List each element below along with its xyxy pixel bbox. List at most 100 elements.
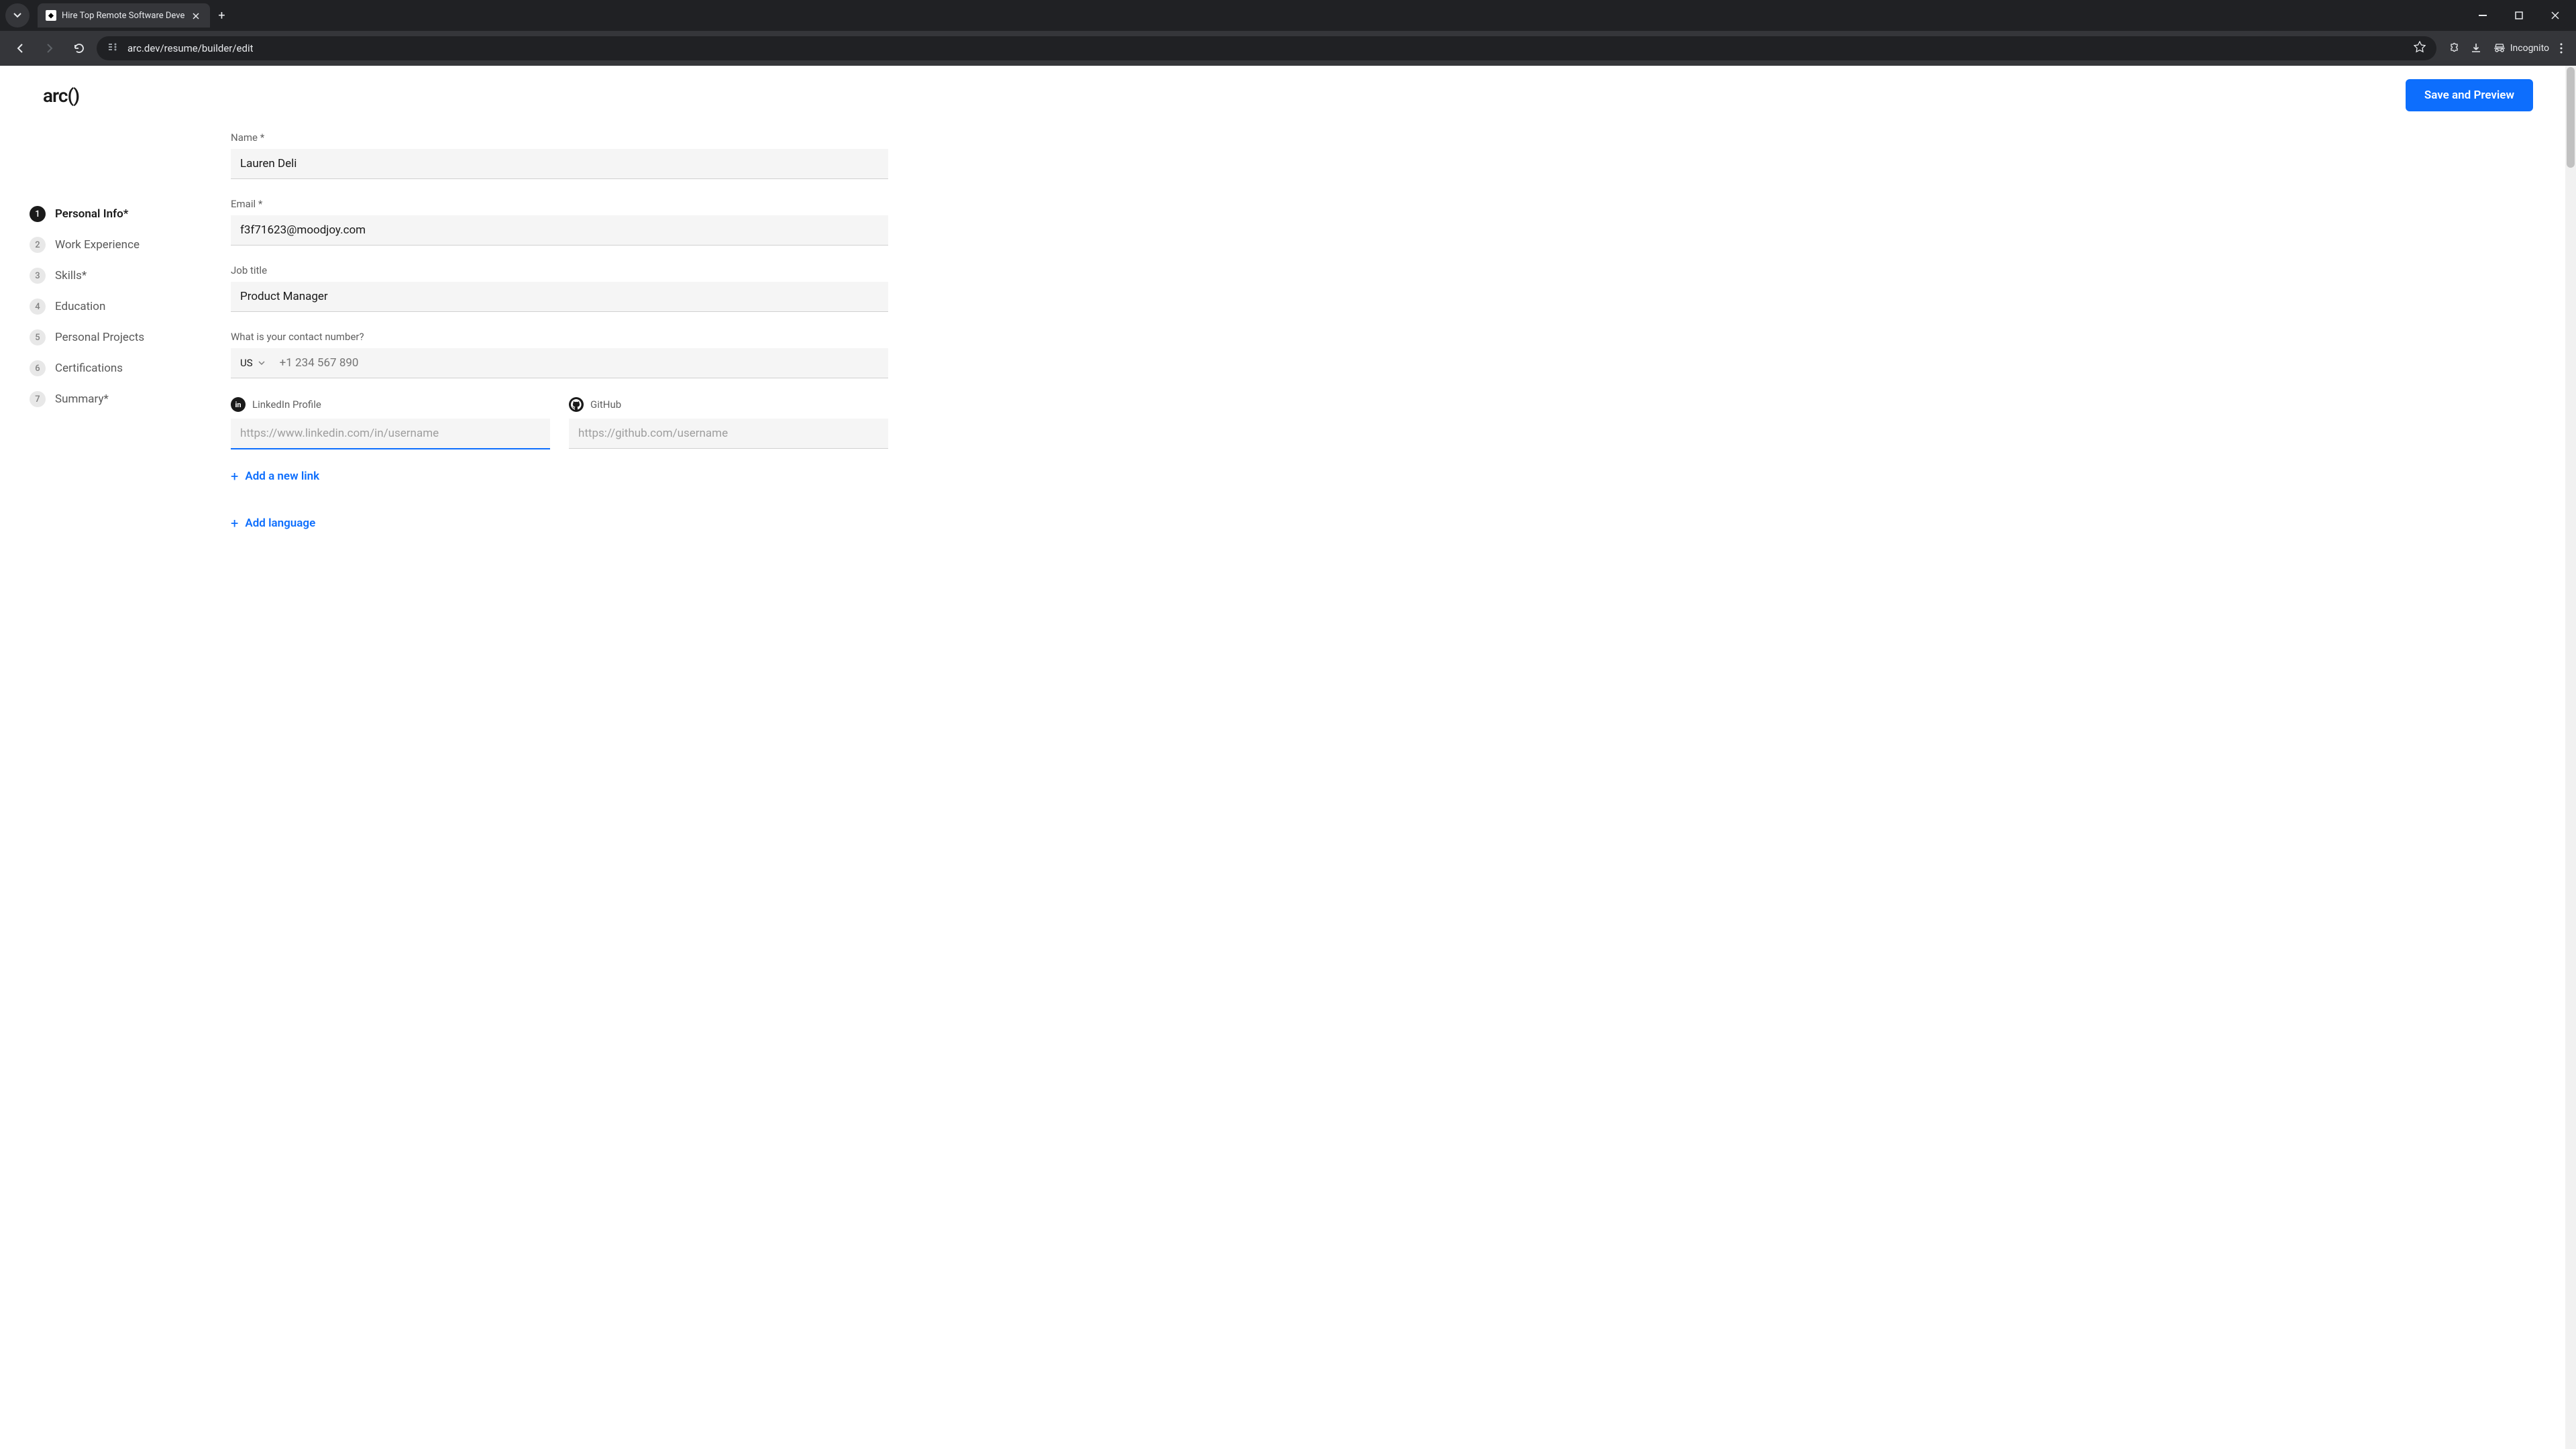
github-icon [569, 397, 584, 412]
jobtitle-group: Job title [231, 264, 888, 312]
social-row: in LinkedIn Profile GitHub [231, 397, 888, 449]
github-input[interactable] [569, 419, 888, 449]
logo[interactable]: arc() [43, 85, 79, 107]
linkedin-label-row: in LinkedIn Profile [231, 397, 550, 412]
plus-icon: + [231, 515, 238, 531]
add-language-label: Add language [245, 517, 315, 530]
close-window-button[interactable] [2540, 3, 2571, 28]
minimize-icon [2479, 15, 2487, 16]
browser-chrome: ◆ Hire Top Remote Software Deve + [0, 0, 2576, 66]
back-button[interactable] [8, 36, 32, 60]
step-label: Certifications [55, 362, 123, 375]
phone-label: What is your contact number? [231, 331, 888, 343]
chevron-down-icon [258, 361, 265, 365]
github-label-row: GitHub [569, 397, 888, 412]
download-icon [2470, 42, 2482, 54]
site-settings-icon[interactable] [107, 41, 119, 56]
bookmark-button[interactable] [2414, 41, 2426, 56]
linkedin-icon: in [231, 397, 246, 412]
sidebar: 1 Personal Info* 2 Work Experience 3 Ski… [30, 125, 217, 584]
phone-input[interactable] [274, 348, 888, 378]
jobtitle-input[interactable] [231, 282, 888, 312]
sidebar-step-personal-projects[interactable]: 5 Personal Projects [30, 322, 217, 353]
email-label: Email * [231, 198, 888, 210]
sidebar-step-work-experience[interactable]: 2 Work Experience [30, 229, 217, 260]
form-area: Name * Email * Job title What is your co… [217, 125, 902, 584]
forward-button[interactable] [38, 36, 62, 60]
step-label: Summary* [55, 392, 109, 406]
address-bar[interactable]: arc.dev/resume/builder/edit [97, 36, 2436, 60]
menu-button[interactable] [2560, 43, 2563, 54]
sidebar-step-education[interactable]: 4 Education [30, 291, 217, 322]
phone-group: What is your contact number? US [231, 331, 888, 378]
scrollbar-thumb[interactable] [2567, 67, 2575, 168]
minimize-button[interactable] [2467, 3, 2498, 28]
step-number: 2 [30, 237, 46, 253]
tab-close-button[interactable] [190, 7, 202, 25]
phone-row: US [231, 348, 888, 378]
extensions-button[interactable] [2447, 42, 2459, 54]
sidebar-step-skills[interactable]: 3 Skills* [30, 260, 217, 291]
arrow-left-icon [14, 42, 26, 54]
star-icon [2414, 41, 2426, 53]
plus-icon: + [231, 468, 238, 484]
app-header: arc() Save and Preview [0, 66, 2576, 125]
jobtitle-label: Job title [231, 264, 888, 276]
url-text: arc.dev/resume/builder/edit [127, 42, 2406, 54]
linkedin-label: LinkedIn Profile [252, 398, 321, 411]
email-input[interactable] [231, 215, 888, 246]
add-link-label: Add a new link [245, 470, 319, 483]
puzzle-icon [2447, 42, 2459, 54]
linkedin-group: in LinkedIn Profile [231, 397, 550, 449]
page-content: arc() Save and Preview 1 Personal Info* … [0, 66, 2576, 1449]
country-code: US [240, 357, 253, 369]
sidebar-step-summary[interactable]: 7 Summary* [30, 384, 217, 415]
main-container: 1 Personal Info* 2 Work Experience 3 Ski… [0, 125, 2576, 584]
tab-title: Hire Top Remote Software Deve [62, 11, 184, 21]
kebab-icon [2560, 43, 2563, 54]
save-preview-button[interactable]: Save and Preview [2406, 79, 2533, 111]
maximize-icon [2515, 11, 2523, 19]
browser-toolbar: arc.dev/resume/builder/edit Incognito [0, 31, 2576, 66]
step-number: 4 [30, 299, 46, 315]
close-icon [2551, 11, 2559, 19]
reload-icon [73, 42, 85, 54]
name-label: Name * [231, 131, 888, 144]
name-input[interactable] [231, 149, 888, 179]
name-group: Name * [231, 131, 888, 179]
incognito-label: Incognito [2510, 43, 2549, 54]
reload-button[interactable] [67, 36, 91, 60]
sidebar-step-personal-info[interactable]: 1 Personal Info* [30, 199, 217, 229]
add-link-button[interactable]: + Add a new link [231, 463, 888, 490]
new-tab-button[interactable]: + [210, 3, 233, 28]
tab-bar: ◆ Hire Top Remote Software Deve + [0, 0, 2576, 31]
tab-search-button[interactable] [5, 3, 30, 28]
github-group: GitHub [569, 397, 888, 449]
incognito-indicator[interactable]: Incognito [2493, 43, 2549, 54]
incognito-icon [2493, 43, 2506, 54]
country-select[interactable]: US [231, 349, 274, 377]
downloads-button[interactable] [2470, 42, 2482, 54]
step-number: 7 [30, 391, 46, 407]
step-number: 6 [30, 360, 46, 376]
toolbar-icons: Incognito [2442, 42, 2568, 54]
close-icon [193, 13, 199, 19]
step-label: Personal Projects [55, 331, 144, 344]
email-group: Email * [231, 198, 888, 246]
step-label: Personal Info* [55, 207, 128, 221]
step-number: 5 [30, 329, 46, 345]
step-label: Skills* [55, 269, 87, 282]
step-number: 3 [30, 268, 46, 284]
step-label: Education [55, 300, 105, 313]
arrow-right-icon [44, 42, 56, 54]
linkedin-input[interactable] [231, 419, 550, 449]
browser-tab[interactable]: ◆ Hire Top Remote Software Deve [38, 3, 210, 28]
maximize-button[interactable] [2504, 3, 2534, 28]
chevron-down-icon [13, 13, 21, 18]
sidebar-step-certifications[interactable]: 6 Certifications [30, 353, 217, 384]
scrollbar[interactable] [2565, 66, 2576, 1449]
step-label: Work Experience [55, 238, 140, 252]
step-number: 1 [30, 206, 46, 222]
window-controls [2467, 3, 2571, 28]
add-language-button[interactable]: + Add language [231, 510, 888, 537]
